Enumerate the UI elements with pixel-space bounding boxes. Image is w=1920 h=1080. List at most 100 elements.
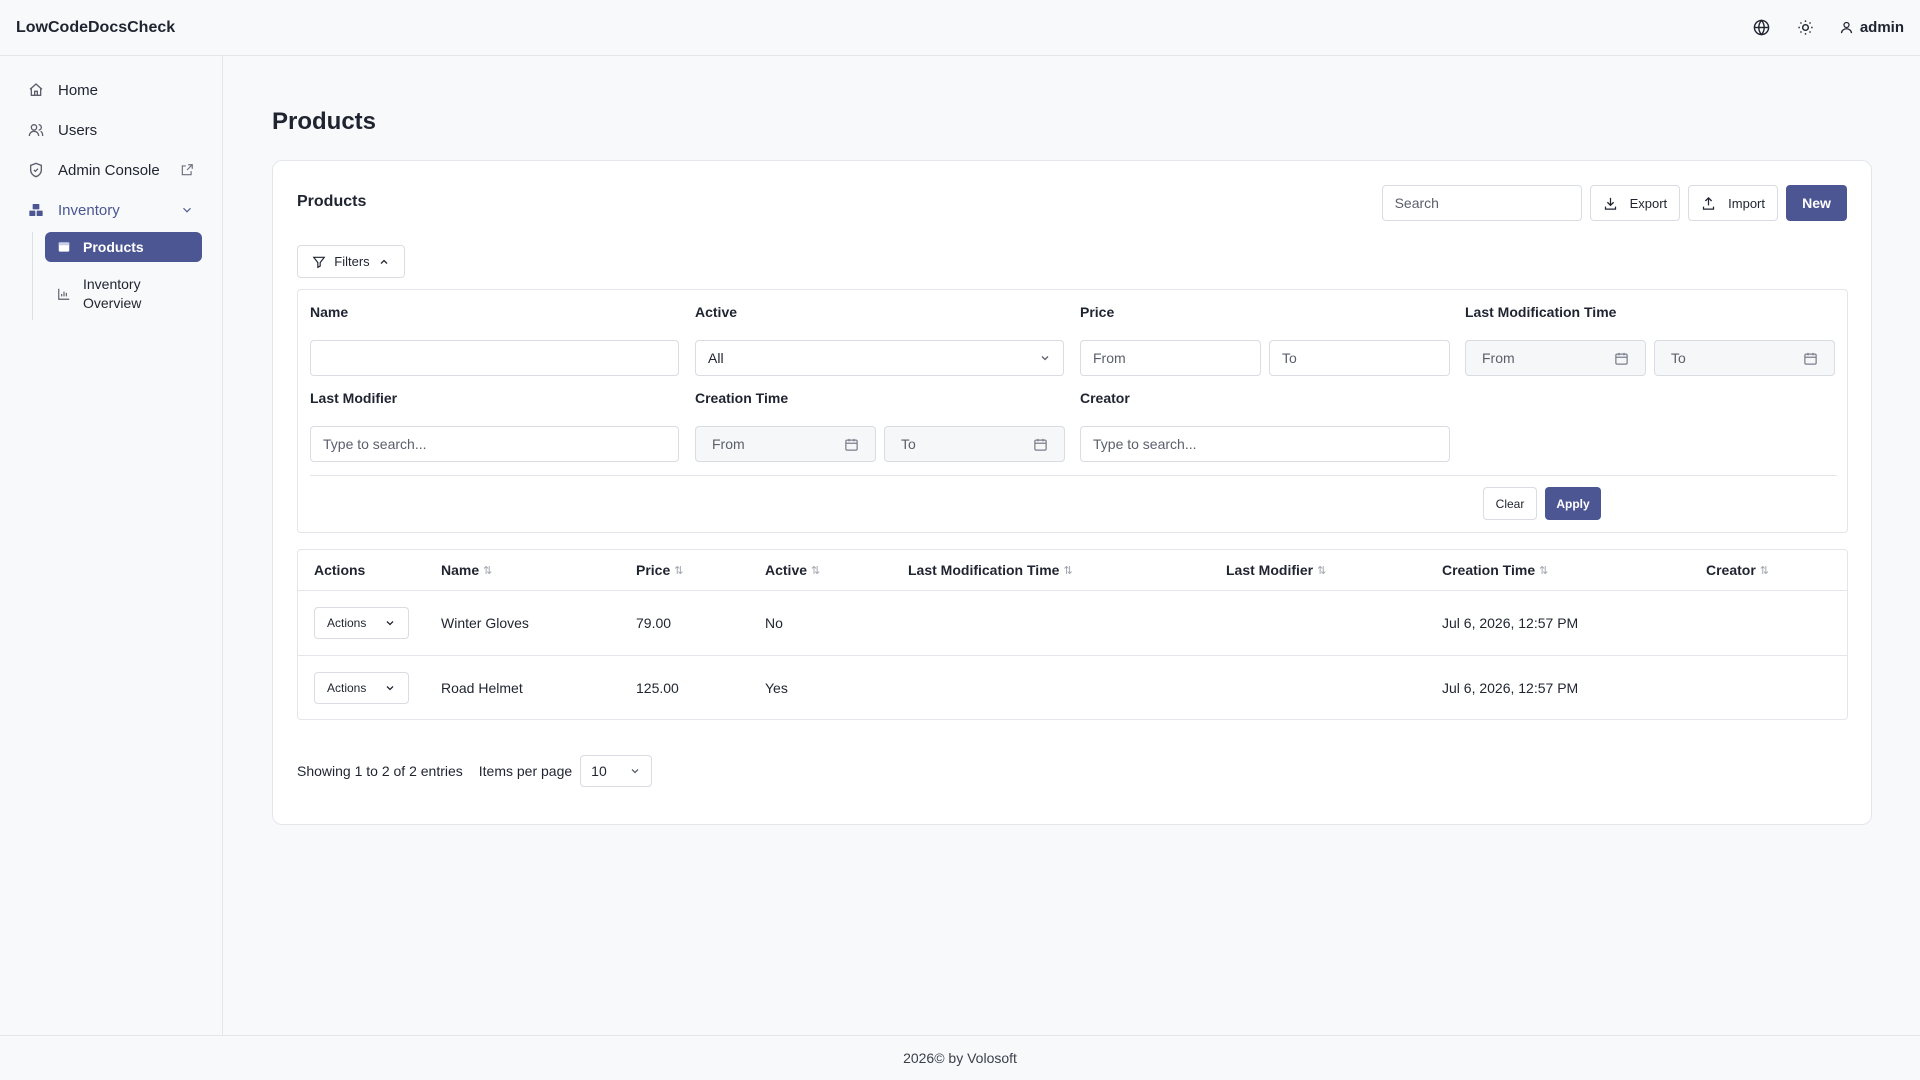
- filter-price-to-input[interactable]: To: [1269, 340, 1450, 376]
- page-title: Products: [272, 108, 377, 135]
- filter-price-from-placeholder: From: [1093, 350, 1126, 366]
- calendar-icon: [1803, 351, 1818, 366]
- footer: 2026© by Volosoft: [0, 1035, 1920, 1080]
- table-row: Actions Winter Gloves 79.00 No Jul 6, 20…: [298, 590, 1847, 655]
- column-header-active[interactable]: Active ⇅: [765, 550, 820, 590]
- column-header-price[interactable]: Price ⇅: [636, 550, 683, 590]
- chevron-down-icon: [384, 682, 396, 694]
- sidebar-item-inventory-overview[interactable]: Inventory Overview: [45, 268, 202, 320]
- cell-price: 125.00: [636, 680, 679, 696]
- filter-icon: [312, 255, 326, 269]
- filter-last-modifier-label: Last Modifier: [310, 390, 398, 406]
- filter-name-input[interactable]: [310, 340, 679, 376]
- pagination-bar: Showing 1 to 2 of 2 entries Items per pa…: [297, 755, 653, 787]
- sidebar-item-inventory[interactable]: Inventory: [0, 190, 222, 230]
- column-header-name[interactable]: Name ⇅: [441, 550, 492, 590]
- filter-price-to-placeholder: To: [1282, 350, 1297, 366]
- filter-last-modifier-placeholder: Type to search...: [323, 436, 427, 452]
- cell-creation-time: Jul 6, 2026, 12:57 PM: [1442, 680, 1579, 696]
- filter-divider: [310, 475, 1837, 476]
- chevron-down-icon: [384, 617, 396, 629]
- filter-ct-from-placeholder: From: [712, 436, 745, 452]
- sidebar: Home Users Admin Console Inventory Produ…: [0, 56, 223, 1035]
- row-actions-button[interactable]: Actions: [314, 672, 409, 704]
- filter-name-label: Name: [310, 304, 349, 320]
- download-icon: [1603, 196, 1618, 211]
- filter-ct-to-placeholder: To: [901, 436, 916, 452]
- filter-price-label: Price: [1080, 304, 1115, 320]
- user-menu[interactable]: admin: [1839, 19, 1904, 36]
- app-brand[interactable]: LowCodeDocsCheck: [16, 19, 175, 37]
- calendar-icon: [1033, 437, 1048, 452]
- user-name: admin: [1859, 19, 1904, 36]
- clear-filters-button[interactable]: Clear: [1483, 487, 1537, 520]
- sidebar-item-label: Home: [58, 81, 99, 99]
- inventory-subnav: Products Inventory Overview: [32, 232, 222, 320]
- export-button[interactable]: Export: [1589, 185, 1681, 221]
- import-label: Import: [1728, 195, 1765, 211]
- entries-summary: Showing 1 to 2 of 2 entries: [297, 763, 463, 779]
- import-button[interactable]: Import: [1688, 185, 1778, 221]
- card-title: Products: [297, 193, 367, 210]
- products-card: Products Export Import New Filters: [272, 160, 1872, 825]
- sidebar-item-home[interactable]: Home: [0, 70, 222, 110]
- row-actions-button[interactable]: Actions: [314, 607, 409, 639]
- cell-active: No: [765, 615, 783, 631]
- items-per-page-label: Items per page: [478, 763, 573, 779]
- items-per-page-select[interactable]: 10: [580, 755, 653, 787]
- products-table: Actions Name ⇅ Price ⇅ Active ⇅ Last Mod…: [297, 549, 1848, 720]
- globe-icon[interactable]: [1751, 17, 1773, 39]
- new-button[interactable]: New: [1786, 185, 1847, 221]
- sidebar-item-label: Users: [58, 121, 98, 139]
- calendar-icon: [1614, 351, 1629, 366]
- apply-filters-button[interactable]: Apply: [1545, 487, 1601, 520]
- sidebar-item-label: Inventory Overview: [83, 276, 142, 311]
- chart-icon: [57, 287, 71, 301]
- filter-ct-from-input[interactable]: From: [695, 426, 876, 462]
- filter-last-modifier-input[interactable]: Type to search...: [310, 426, 679, 462]
- filters-toggle-button[interactable]: Filters: [297, 245, 405, 278]
- column-header-last-modification-time[interactable]: Last Modification Time ⇅: [908, 550, 1073, 590]
- sidebar-item-admin-console[interactable]: Admin Console: [0, 150, 222, 190]
- column-header-creation-time[interactable]: Creation Time ⇅: [1442, 550, 1548, 590]
- filter-lmt-to-input[interactable]: To: [1654, 340, 1835, 376]
- filter-active-select[interactable]: All: [695, 340, 1064, 376]
- main-content: Products Products Export Import New: [224, 56, 1920, 1035]
- filter-lmt-to-placeholder: To: [1671, 350, 1686, 366]
- cell-active: Yes: [765, 680, 788, 696]
- filter-ct-to-input[interactable]: To: [884, 426, 1065, 462]
- filter-active-label: Active: [695, 304, 738, 320]
- user-icon: [1839, 20, 1854, 35]
- column-header-creator[interactable]: Creator ⇅: [1706, 550, 1769, 590]
- cell-price: 79.00: [636, 615, 672, 631]
- sidebar-item-products[interactable]: Products: [45, 232, 202, 262]
- sort-icon: ⇅: [1539, 564, 1549, 577]
- column-header-last-modifier[interactable]: Last Modifier ⇅: [1226, 550, 1326, 590]
- sidebar-item-label: Inventory: [58, 201, 120, 219]
- sort-icon: ⇅: [483, 564, 493, 577]
- shield-icon: [28, 162, 44, 178]
- sidebar-item-users[interactable]: Users: [0, 110, 222, 150]
- filter-creator-placeholder: Type to search...: [1093, 436, 1197, 452]
- search-input[interactable]: [1381, 185, 1582, 221]
- sort-icon: ⇅: [1759, 564, 1770, 577]
- filter-lmt-from-input[interactable]: From: [1465, 340, 1646, 376]
- home-icon: [28, 82, 44, 98]
- card-toolbar: Export Import New: [1381, 185, 1847, 221]
- filter-creator-input[interactable]: Type to search...: [1080, 426, 1450, 462]
- sort-icon: ⇅: [674, 564, 684, 577]
- filter-active-value: All: [708, 350, 724, 366]
- filter-creation-time-label: Creation Time: [695, 390, 789, 406]
- filters-label: Filters: [334, 254, 370, 269]
- filter-panel: Name Active All Price From To Last Modif…: [297, 289, 1848, 533]
- chevron-up-icon: [378, 256, 390, 268]
- calendar-icon: [844, 437, 859, 452]
- footer-text: 2026© by Volosoft: [903, 1050, 1017, 1066]
- cell-name: Winter Gloves: [441, 615, 529, 631]
- chevron-down-icon: [1039, 352, 1051, 364]
- items-per-page-value: 10: [591, 763, 607, 779]
- box-icon: [57, 240, 71, 254]
- users-icon: [28, 122, 44, 138]
- filter-price-from-input[interactable]: From: [1080, 340, 1261, 376]
- sun-icon[interactable]: [1795, 17, 1817, 39]
